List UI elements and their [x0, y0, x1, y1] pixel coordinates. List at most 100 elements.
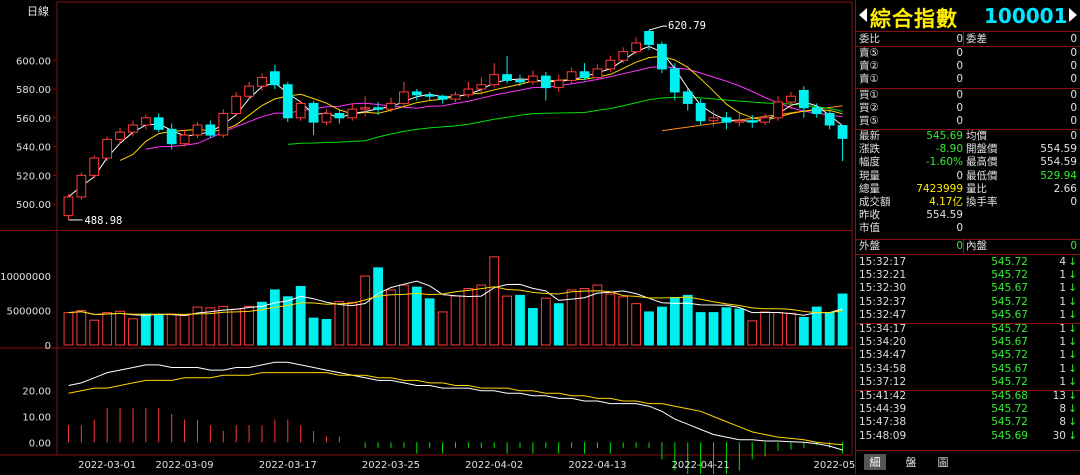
stat-value: 7423999: [916, 182, 963, 195]
candle-body: [399, 91, 409, 104]
bid-price: 0: [956, 89, 963, 101]
down-arrow-icon: ↓: [1068, 336, 1077, 349]
tick-time: 15:44:39: [859, 403, 907, 416]
volume-bar: [76, 310, 87, 346]
tick-time: 15:48:09: [859, 429, 907, 442]
volume-bar: [128, 318, 138, 346]
volume-bar: [347, 301, 358, 346]
inner-value: 0: [1070, 240, 1077, 252]
volume-bar: [411, 286, 422, 346]
candle-body: [450, 94, 461, 100]
tick-volume: 1: [1059, 308, 1066, 321]
bid-row: 買⑤ 0 0: [856, 115, 1080, 128]
stat-row: 總量 7423999 量比 2.66: [856, 183, 1080, 196]
candle-body: [708, 117, 719, 122]
volume-bar: [308, 317, 319, 346]
date-label: 2022-03-01: [78, 460, 136, 471]
tick-row: 15:34:20 545.67 1 ↓: [856, 336, 1080, 349]
volume-bar: [140, 313, 151, 346]
stat-row: 最新 545.69 均價 0: [856, 130, 1080, 143]
tick-price: 545.72: [991, 295, 1028, 308]
candle-body: [360, 107, 371, 110]
stat-value-2: 529.94: [1040, 169, 1077, 182]
stat-value: -8.90: [935, 143, 963, 156]
volume-bar: [837, 293, 848, 346]
volume-bar: [528, 307, 538, 346]
candle-body: [153, 117, 164, 130]
candle-body: [579, 71, 590, 79]
volume-bar: [282, 296, 293, 346]
date-label: 2022-05-10: [813, 460, 855, 471]
ask-price: 0: [956, 60, 963, 73]
volume-bar: [502, 295, 512, 346]
candle-body: [166, 128, 177, 145]
down-arrow-icon: ↓: [1068, 375, 1077, 388]
next-arrow-icon[interactable]: [1069, 8, 1077, 22]
candle-body: [682, 91, 693, 104]
candle-body: [734, 120, 745, 123]
tick-price: 545.72: [991, 349, 1028, 362]
indicator-tick-label: 20.00: [22, 387, 51, 398]
volume-bar: [321, 319, 332, 346]
down-arrow-icon: ↓: [1068, 282, 1077, 295]
kline-chart-area[interactable]: 日線 600.00 580.00 560.00 540.00 520.00 500.00 10…: [0, 0, 855, 474]
ask-volume: 0: [1070, 60, 1077, 73]
stat-value-2: 554.59: [1040, 143, 1077, 156]
stat-row: 現量 0 最低價 529.94: [856, 170, 1080, 183]
ratio-label: 委比: [859, 32, 880, 45]
date-label: 2022-04-02: [465, 460, 523, 471]
tick-row: 15:32:37 545.72 1 ↓: [856, 296, 1080, 309]
tick-row: 15:32:17 545.72 4 ↓: [856, 256, 1080, 269]
ratio-row: 委比 0 委差 0: [856, 33, 1080, 46]
ratio-value: 0: [956, 32, 963, 45]
down-arrow-icon: ↓: [1068, 308, 1077, 321]
candle-body: [669, 68, 680, 93]
kline-chart[interactable]: 日線 600.00 580.00 560.00 540.00 520.00 500.00 10…: [0, 0, 855, 474]
tab-chart[interactable]: 圖: [932, 454, 954, 470]
volume-bar: [166, 313, 177, 346]
volume-bar: [734, 308, 745, 346]
candle-body: [257, 77, 267, 87]
candle-body: [231, 95, 242, 114]
volume-tick-label: 5000000: [6, 307, 51, 318]
tick-time: 15:47:38: [859, 416, 907, 429]
volume-bar: [605, 293, 616, 346]
volume-bar: [334, 301, 345, 346]
divider: [963, 31, 964, 46]
candle-body: [115, 131, 125, 140]
price-tick-label: 520.00: [16, 171, 51, 182]
candle-body: [282, 84, 293, 119]
divider: [856, 254, 1080, 255]
candle-body: [798, 89, 809, 109]
tick-price: 545.72: [991, 269, 1028, 282]
stat-row: 幅度 -1.60% 最高價 554.59: [856, 156, 1080, 169]
tab-orderbook[interactable]: 盤: [900, 454, 922, 470]
tick-time: 15:32:47: [859, 308, 907, 321]
ask-row: 賣⑤ 0 0: [856, 47, 1080, 60]
stat-label: 市值: [859, 222, 880, 235]
tab-detail[interactable]: 細: [864, 454, 886, 470]
candle-body: [528, 75, 538, 83]
tick-time: 15:34:17: [859, 323, 907, 335]
stat-row: 昨收 554.59: [856, 209, 1080, 222]
stat-label: 昨收: [859, 209, 880, 222]
date-label: 2022-04-21: [672, 460, 730, 471]
candle-body: [618, 51, 629, 61]
candle-body: [476, 84, 487, 90]
prev-arrow-icon[interactable]: [859, 8, 867, 22]
volume-bar: [115, 310, 125, 346]
down-arrow-icon: ↓: [1068, 323, 1077, 335]
candle-body: [824, 112, 835, 126]
ma10-line: [119, 55, 843, 161]
tick-time: 15:34:58: [859, 362, 907, 375]
tick-volume: 1: [1059, 375, 1066, 388]
divider: [963, 238, 964, 254]
stat-label-2: 最高價: [966, 156, 998, 169]
down-arrow-icon: ↓: [1068, 403, 1077, 416]
volume-bar: [644, 311, 654, 346]
bid-row: 買② 0 0: [856, 102, 1080, 115]
tick-time: 15:37:12: [859, 375, 907, 388]
indicator-tick-label: 0.00: [29, 438, 51, 449]
volume-tick-label: 10000000: [0, 272, 51, 283]
ask-label: 賣⑤: [859, 47, 879, 59]
